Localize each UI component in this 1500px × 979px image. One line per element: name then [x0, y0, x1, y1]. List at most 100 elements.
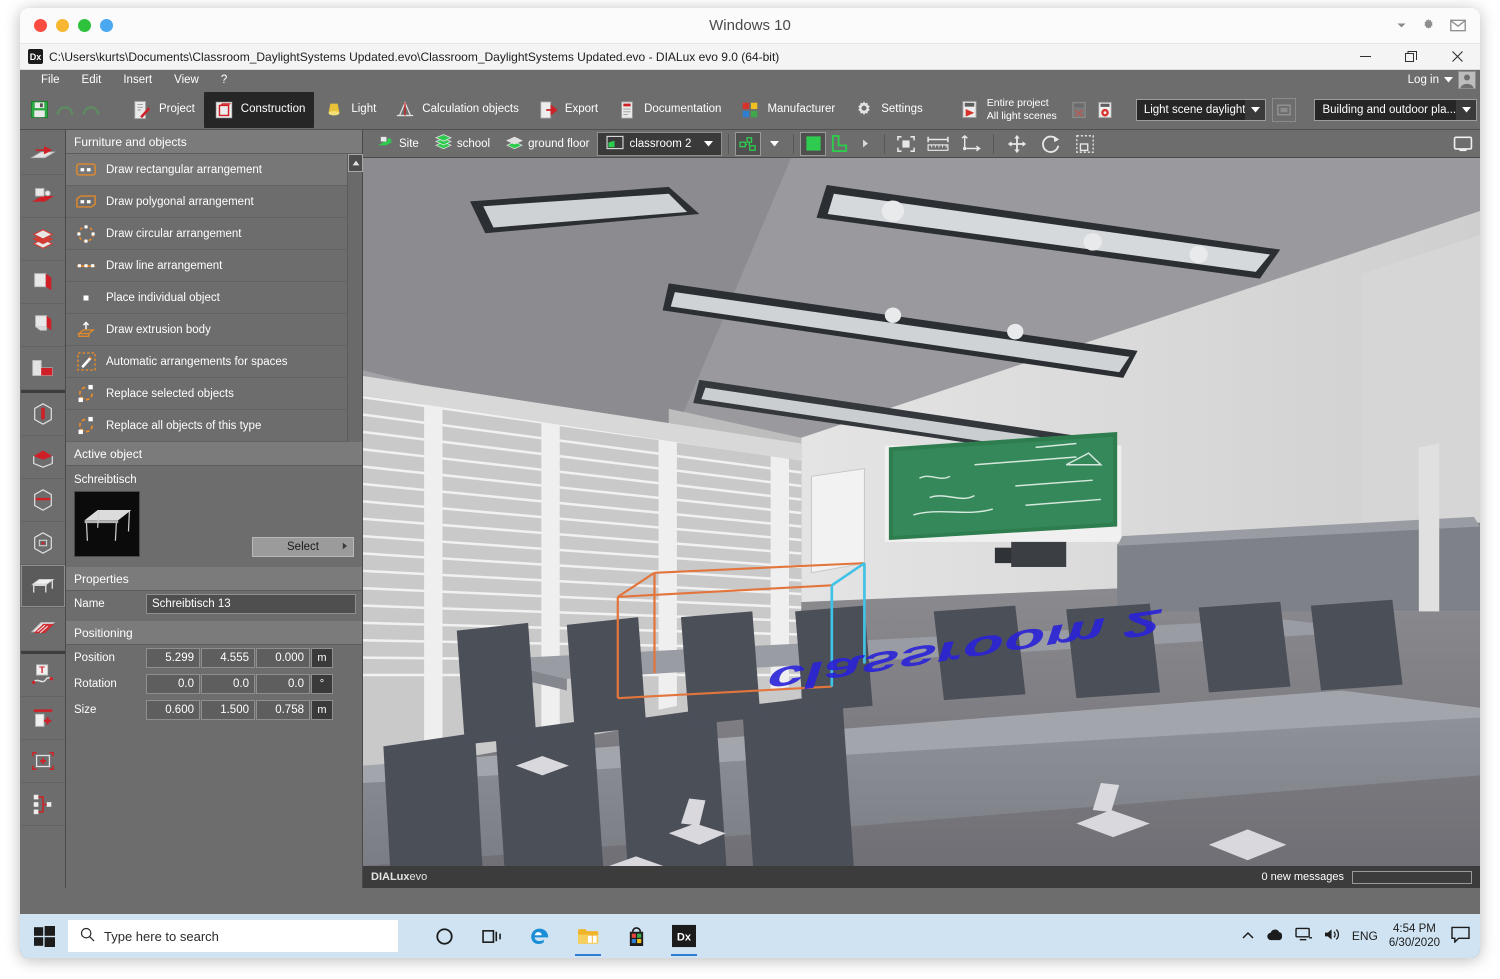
zoom-to-fit-button[interactable]: [891, 132, 921, 156]
chevron-down-icon[interactable]: [1456, 100, 1476, 120]
rail-room-element[interactable]: [21, 304, 65, 347]
redo-button[interactable]: [78, 96, 104, 124]
messages-label[interactable]: 0 new messages: [1261, 871, 1344, 883]
close-window-dot[interactable]: [34, 19, 47, 32]
tab-calculation-objects[interactable]: Calculation objects: [385, 92, 528, 128]
tool-draw-rectangular-arrangement[interactable]: Draw rectangular arrangement: [66, 154, 362, 186]
tool-draw-circular-arrangement[interactable]: Draw circular arrangement: [66, 218, 362, 250]
edge-icon[interactable]: [518, 914, 562, 958]
undo-button[interactable]: [52, 96, 78, 124]
solid-view-button[interactable]: [800, 132, 826, 156]
move-button[interactable]: [1000, 132, 1034, 156]
microsoft-store-icon[interactable]: [614, 914, 658, 958]
rail-room[interactable]: [21, 261, 65, 304]
tab-light[interactable]: Light: [314, 92, 385, 128]
avatar[interactable]: [1458, 71, 1476, 89]
search-input[interactable]: Type here to search: [68, 920, 398, 952]
rail-building-storeys[interactable]: [21, 218, 65, 261]
volume-icon[interactable]: [1324, 927, 1341, 945]
size-x-input[interactable]: 0.600: [146, 700, 200, 720]
rail-building-site[interactable]: [21, 175, 65, 218]
tab-project[interactable]: Project: [122, 92, 204, 128]
rotation-z-input[interactable]: 0.0: [256, 674, 310, 694]
show-hidden-icons[interactable]: [1242, 929, 1254, 943]
rail-cuboid[interactable]: [21, 479, 65, 522]
rail-surface-material[interactable]: [21, 608, 65, 651]
maximize-window-dot[interactable]: [78, 19, 91, 32]
start-calculation-button[interactable]: Entire project All light scenes: [950, 92, 1066, 128]
size-y-input[interactable]: 1.500: [201, 700, 255, 720]
clock[interactable]: 4:54 PM 6/30/2020: [1389, 922, 1440, 951]
onedrive-icon[interactable]: [1265, 928, 1284, 944]
rail-l-shaped-room[interactable]: [21, 347, 65, 390]
measure-vertical-button[interactable]: [955, 132, 987, 156]
select-object-button[interactable]: Select: [252, 537, 354, 557]
minimize-window-dot[interactable]: [56, 19, 69, 32]
scale-button[interactable]: [1068, 132, 1102, 156]
tool-draw-polygonal-arrangement[interactable]: Draw polygonal arrangement: [66, 186, 362, 218]
tool-replace-all-objects[interactable]: Replace all objects of this type: [66, 410, 362, 442]
tool-place-individual-object[interactable]: Place individual object: [66, 282, 362, 314]
chevron-down-icon[interactable]: [704, 138, 713, 150]
rail-roof[interactable]: [21, 436, 65, 479]
tab-export[interactable]: Export: [528, 92, 607, 128]
name-input[interactable]: Schreibtisch 13: [146, 594, 356, 614]
breadcrumb-ground-floor[interactable]: ground floor: [498, 132, 597, 156]
light-scene-preview-button[interactable]: [1272, 98, 1296, 122]
tool-draw-line-arrangement[interactable]: Draw line arrangement: [66, 250, 362, 282]
network-icon[interactable]: [1295, 927, 1313, 945]
rail-text-path[interactable]: T: [21, 654, 65, 697]
panel-scrollbar[interactable]: [347, 154, 362, 442]
rotation-x-input[interactable]: 0.0: [146, 674, 200, 694]
dialux-evo-icon[interactable]: Dx: [662, 914, 706, 958]
rail-structure-tree[interactable]: [21, 783, 65, 826]
chevron-down-icon[interactable]: [1444, 74, 1453, 86]
minimize-button[interactable]: [1342, 44, 1388, 70]
desk-thumbnail[interactable]: [74, 491, 140, 557]
light-scene-select[interactable]: Light scene daylight: [1136, 99, 1267, 121]
rotate-button[interactable]: [1034, 132, 1068, 156]
maximize-restore-button[interactable]: [1388, 44, 1434, 70]
position-z-input[interactable]: 0.000: [256, 648, 310, 668]
menu-item-file[interactable]: File: [30, 70, 71, 90]
rail-wall-add[interactable]: [21, 697, 65, 740]
close-button[interactable]: [1434, 44, 1480, 70]
mail-icon[interactable]: [1450, 19, 1466, 32]
breadcrumb-site[interactable]: Site: [369, 132, 427, 156]
rail-window-object[interactable]: [21, 522, 65, 565]
rail-selection-add[interactable]: [21, 740, 65, 783]
tool-draw-extrusion-body[interactable]: Draw extrusion body: [66, 314, 362, 346]
chevron-down-icon[interactable]: [1396, 20, 1407, 31]
file-explorer-icon[interactable]: [566, 914, 610, 958]
structure-dropdown-button[interactable]: [761, 132, 787, 156]
task-view-icon[interactable]: [470, 914, 514, 958]
position-y-input[interactable]: 4.555: [201, 648, 255, 668]
menu-item-edit[interactable]: Edit: [71, 70, 113, 90]
gear-icon[interactable]: [1421, 18, 1436, 33]
tool-replace-selected-objects[interactable]: Replace selected objects: [66, 378, 362, 410]
breadcrumb-school[interactable]: school: [427, 132, 498, 156]
tool-automatic-arrangements[interactable]: Automatic arrangements for spaces: [66, 346, 362, 378]
tab-documentation[interactable]: Documentation: [607, 92, 730, 128]
save-button[interactable]: [26, 96, 52, 124]
breadcrumb-classroom-2[interactable]: classroom 2: [597, 132, 722, 156]
extra-window-dot[interactable]: [100, 19, 113, 32]
menu-item-view[interactable]: View: [163, 70, 210, 90]
view-mode-select[interactable]: Building and outdoor pla...: [1314, 99, 1477, 121]
tab-manufacturer[interactable]: Manufacturer: [730, 92, 844, 128]
rail-furniture-object[interactable]: [21, 565, 65, 608]
scroll-up-button[interactable]: [348, 154, 363, 172]
tab-settings[interactable]: Settings: [844, 92, 932, 128]
rail-import-floorplan[interactable]: [21, 132, 65, 175]
menu-item-insert[interactable]: Insert: [112, 70, 163, 90]
measure-horizontal-button[interactable]: [921, 132, 955, 156]
position-x-input[interactable]: 5.299: [146, 648, 200, 668]
size-z-input[interactable]: 0.758: [256, 700, 310, 720]
rotation-y-input[interactable]: 0.0: [201, 674, 255, 694]
view-dropdown-button[interactable]: [852, 132, 878, 156]
tab-construction[interactable]: Construction: [204, 92, 315, 128]
windows-start-icon[interactable]: [20, 914, 68, 958]
fullscreen-button[interactable]: [1446, 132, 1480, 156]
cortana-icon[interactable]: [422, 914, 466, 958]
3d-viewport[interactable]: classroom 2: [363, 158, 1480, 866]
